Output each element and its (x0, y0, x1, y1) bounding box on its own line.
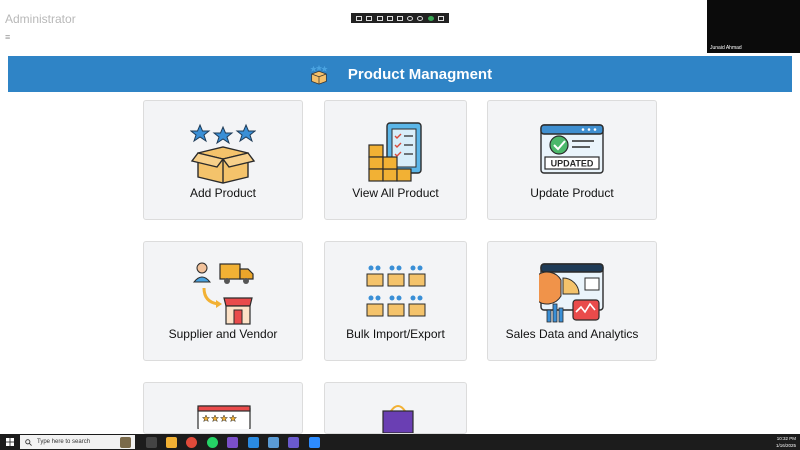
card-reviews[interactable] (143, 382, 303, 434)
info-icon[interactable] (417, 15, 424, 21)
top-bar: Administrator ≡ Junaid Ahmad (0, 0, 800, 53)
hamburger-menu-icon[interactable]: ≡ (5, 33, 10, 42)
record-icon[interactable] (407, 15, 414, 21)
people-icon[interactable] (396, 15, 403, 21)
card-supplier-and-vendor[interactable]: Supplier and Vendor (143, 241, 303, 361)
card-update-product[interactable]: UPDATED Update Product (487, 100, 657, 220)
updated-screen-icon: UPDATED (540, 124, 604, 174)
card-label: View All Product (352, 186, 439, 200)
card-sales-data-and-analytics[interactable]: Sales Data and Analytics (487, 241, 657, 361)
card-shopping[interactable] (324, 382, 467, 434)
whatsapp-icon[interactable] (207, 437, 218, 448)
participant-name: Junaid Ahmad (710, 45, 742, 51)
chat-icon[interactable] (386, 15, 393, 21)
shopping-bag-icon (382, 405, 414, 433)
camera-icon[interactable] (366, 15, 373, 21)
taskbar: Type here to search 10:32 PM 1/16/2025 (0, 434, 800, 450)
app-icon[interactable] (288, 437, 299, 448)
search-placeholder: Type here to search (37, 439, 91, 445)
task-view-icon[interactable] (146, 437, 157, 448)
search-icon (25, 438, 32, 446)
meeting-toolbar[interactable] (351, 13, 449, 23)
taskbar-search-input[interactable]: Type here to search (20, 435, 135, 449)
vscode-icon[interactable] (248, 437, 259, 448)
card-bulk-import-export[interactable]: Bulk Import/Export (324, 241, 467, 361)
page-header: Product Managment (8, 56, 792, 92)
participant-video: Junaid Ahmad (707, 0, 800, 53)
card-view-all-product[interactable]: View All Product (324, 100, 467, 220)
page-title: Product Managment (347, 65, 493, 83)
card-label: Add Product (189, 186, 257, 200)
box-stars-icon (190, 123, 256, 184)
visual-studio-icon[interactable] (227, 437, 238, 448)
sql-server-icon[interactable] (268, 437, 279, 448)
app-title: Administrator (5, 12, 76, 26)
share-screen-icon[interactable] (356, 15, 363, 21)
connected-icon (427, 15, 434, 21)
svg-text:UPDATED: UPDATED (551, 159, 594, 169)
box-stars-icon (310, 64, 328, 85)
analytics-charts-icon (539, 263, 604, 323)
inventory-checklist-icon (367, 122, 422, 182)
card-add-product[interactable]: Add Product (143, 100, 303, 220)
card-label: Bulk Import/Export (346, 327, 445, 341)
more-icon[interactable] (437, 15, 444, 21)
card-label: Sales Data and Analytics (505, 327, 639, 341)
card-label: Update Product (530, 186, 614, 200)
supplier-delivery-icon (192, 262, 254, 325)
taskbar-clock[interactable]: 10:32 PM 1/16/2025 (776, 435, 796, 449)
card-label: Supplier and Vendor (168, 327, 278, 341)
clock-time: 10:32 PM (776, 436, 796, 441)
clock-date: 1/16/2025 (775, 443, 796, 448)
monitor-icon[interactable] (376, 15, 383, 21)
bulk-boxes-icon (366, 265, 425, 317)
cortana-icon[interactable] (120, 437, 131, 448)
zoom-icon[interactable] (309, 437, 320, 448)
reviews-screen-icon (197, 405, 251, 429)
chrome-icon[interactable] (186, 437, 197, 448)
windows-start-icon[interactable] (6, 438, 14, 446)
file-explorer-icon[interactable] (166, 437, 177, 448)
